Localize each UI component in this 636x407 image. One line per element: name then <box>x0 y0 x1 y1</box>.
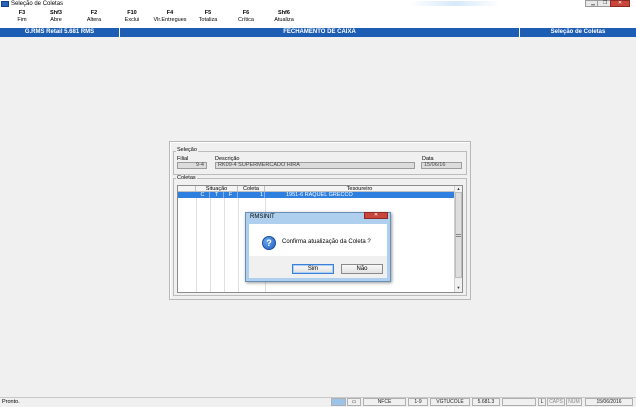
status-text: Pronto. <box>2 399 20 405</box>
title-glow <box>410 1 500 6</box>
cell-coleta: 1 <box>238 192 265 198</box>
yes-button[interactable]: Sim <box>292 264 334 274</box>
title-bar <box>0 0 636 9</box>
status-panel-caps: CAPS <box>547 398 565 406</box>
cell-situacao-3: F <box>224 192 238 198</box>
grid-line <box>210 192 211 292</box>
status-panel-mode: NFCE <box>363 398 406 406</box>
grid-line <box>224 192 225 292</box>
screen-name: Seleção de Coletas <box>550 29 606 35</box>
status-panel-filial: 1-9 <box>408 398 428 406</box>
data-field[interactable]: 15/06/16 <box>421 162 462 169</box>
header-bar: G.RMS Retail 5.681 RMS FECHAMENTO DE CAI… <box>0 28 636 37</box>
status-panel-l: L <box>538 398 546 406</box>
cell-tesoureiro: 1951-6 RAQUEL GRECCO <box>286 192 353 198</box>
app-icon <box>1 1 9 7</box>
no-button[interactable]: Não <box>341 264 383 274</box>
grid-line <box>196 192 197 292</box>
status-panel-empty <box>502 398 536 406</box>
question-icon: ? <box>262 236 276 250</box>
module-title: FECHAMENTO DE CAIXA <box>120 28 520 37</box>
status-panel-date: 15/06/2016 <box>585 398 633 406</box>
cell-situacao-2: T <box>210 192 224 198</box>
fkey-atualiza[interactable]: Shf6 Atualiza <box>262 10 306 24</box>
descricao-field[interactable]: RK09-4 SUPERMERCADO HIRA <box>215 162 415 169</box>
dialog-message: Confirma atualização da Coleta ? <box>282 239 371 245</box>
close-button[interactable]: ✕ <box>610 0 630 7</box>
filial-field[interactable]: 9-4 <box>177 162 207 169</box>
scroll-down-icon[interactable]: ▼ <box>455 285 462 291</box>
coletas-group-label: Coletas <box>176 175 197 181</box>
cell-situacao-1: C <box>196 192 210 198</box>
window-title: Seleção de Coletas <box>11 1 64 7</box>
status-panel-num: NUM <box>566 398 582 406</box>
status-panel-version: 5.681.3 <box>472 398 500 406</box>
selection-group-label: Seleção <box>176 147 198 153</box>
status-panel-program: VGTUCOLE <box>430 398 470 406</box>
keyboard-icon <box>331 398 346 406</box>
scroll-grip-icon <box>456 234 461 237</box>
monitor-icon: ▭ <box>347 398 361 406</box>
dialog-title: RMSINIT <box>250 214 275 220</box>
fkey-key: Shf6 <box>278 10 290 16</box>
grid-line <box>238 192 239 292</box>
system-name: G.RMS Retail 5.681 RMS <box>0 28 120 37</box>
fkey-label: Atualiza <box>274 17 294 23</box>
dialog-close-button[interactable]: ✕ <box>364 212 388 219</box>
